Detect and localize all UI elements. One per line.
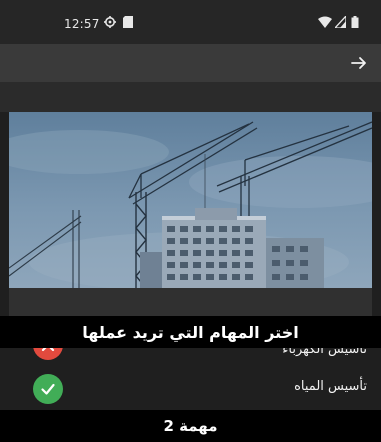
prompt-banner: اختر المهام التي تريد عملها [0, 316, 381, 348]
selected-count-banner: مهمة 2 [0, 410, 381, 442]
hero-image [9, 112, 372, 288]
arrow-right-icon[interactable] [349, 53, 369, 73]
list-item[interactable]: تأسيس المياه [0, 374, 381, 406]
image-caption-area [9, 288, 372, 316]
task-label: تأسيس المياه [294, 379, 367, 394]
status-bar: 12:57 [0, 0, 381, 44]
battery-icon [351, 16, 359, 28]
wifi-icon [318, 16, 332, 28]
status-time: 12:57 [64, 17, 100, 31]
gear-icon [104, 16, 116, 28]
selected-count: مهمة 2 [163, 417, 218, 435]
signal-icon [335, 16, 346, 28]
check-icon[interactable] [33, 374, 63, 404]
app-bar [0, 44, 381, 82]
sd-card-icon [123, 16, 133, 28]
header-spacer [0, 82, 381, 112]
prompt-text: اختر المهام التي تريد عملها [82, 322, 299, 342]
